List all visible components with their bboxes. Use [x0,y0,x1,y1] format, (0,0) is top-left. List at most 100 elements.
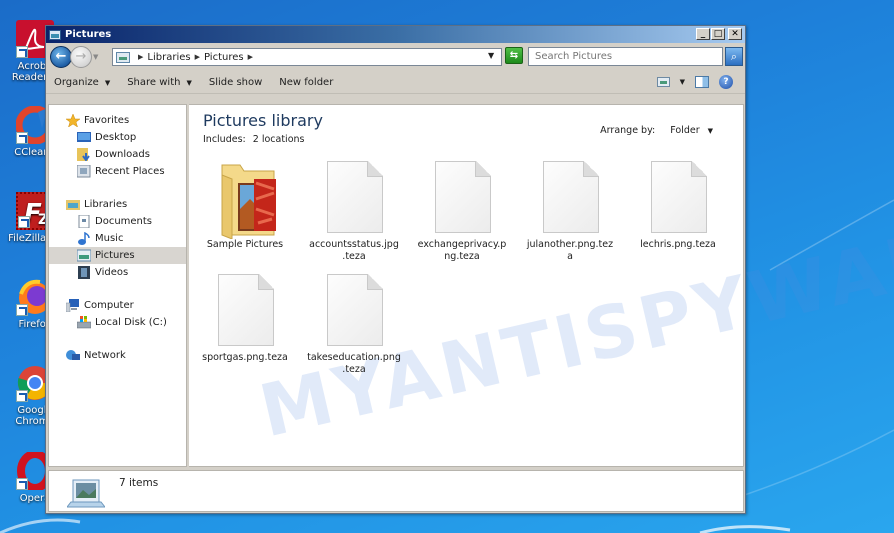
documents-icon [77,214,91,229]
nav-libraries[interactable]: Libraries [49,196,186,213]
shortcut-arrow-icon [18,216,30,228]
view-controls: ▼ ? [656,75,733,89]
pictures-icon [76,249,92,262]
file-name: a [567,251,573,262]
nav-favorites[interactable]: Favorites [49,112,186,129]
nav-computer[interactable]: Computer [49,297,186,314]
nav-label: Pictures [95,250,135,261]
file-icon [649,159,707,235]
nav-recent-places[interactable]: Recent Places [49,163,186,180]
arrange-by-value: Folder [670,125,700,136]
library-icon [116,51,130,63]
file-name: .teza [342,251,366,262]
nav-downloads[interactable]: Downloads [49,146,186,163]
nav-network[interactable]: Network [49,347,186,364]
file-view: Pictures library Includes: 2 locations A… [189,104,894,467]
nav-desktop[interactable]: Desktop [49,129,186,146]
view-options-dropdown-icon[interactable]: ▼ [680,78,685,86]
file-name: lechris.png.teza [640,239,716,250]
nav-music[interactable]: Music [49,230,186,247]
item-count: 7 items [119,477,159,489]
desktop-icon [77,131,91,144]
refresh-button[interactable]: ⇆ [505,47,523,64]
videos-icon [77,266,91,279]
address-bar-row: ← → ▼ ▶ Libraries ▶ Pictures ▶ ▼ ⇆ ⌕ [46,43,745,71]
share-with-label: Share with [127,76,181,88]
nav-local-disk[interactable]: Local Disk (C:) [49,314,186,331]
change-view-icon[interactable] [656,77,670,87]
nav-label: Local Disk (C:) [95,317,167,328]
nav-label: Libraries [84,199,128,210]
includes-locations-link[interactable]: 2 locations [253,134,305,145]
nav-label: Music [95,233,124,244]
computer-group: Computer Local Disk (C:) [49,297,186,331]
arrange-by-label: Arrange by: [600,125,656,136]
forward-button[interactable]: → [70,46,92,68]
breadcrumb-separator-icon[interactable]: ▶ [138,53,143,61]
shortcut-arrow-icon [16,132,28,144]
slide-show-button[interactable]: Slide show [209,77,262,88]
library-includes: Includes: 2 locations [203,134,304,145]
file-icon [541,159,599,235]
star-icon [65,113,81,128]
help-icon[interactable]: ? [719,75,733,89]
minimize-button[interactable]: _ [696,28,710,40]
recent-pages-dropdown[interactable]: ▼ [93,53,101,61]
file-item[interactable]: accountsstatus.jpg .teza [304,159,404,263]
preview-pane-icon[interactable] [695,76,709,88]
search-icon[interactable]: ⌕ [725,47,743,66]
address-box[interactable]: ▶ Libraries ▶ Pictures ▶ [112,48,502,66]
nav-label: Favorites [84,115,130,126]
maximize-button[interactable]: □ [711,28,725,40]
nav-label: Network [84,350,126,361]
window-title: Pictures [65,29,112,40]
computer-icon [65,299,80,313]
command-bar: Organize ▼ Share with ▼ Slide show New fol… [46,71,745,94]
breadcrumb-pictures[interactable]: Pictures [204,52,244,63]
arrange-by-dropdown[interactable]: Folder ▼ [670,125,713,136]
details-pane: 7 items [48,470,744,512]
breadcrumb-separator-icon[interactable]: ▶ [195,53,200,61]
back-button[interactable]: ← [50,46,72,68]
file-item[interactable]: sportgas.png.teza [195,272,295,364]
nav-label: Computer [84,300,134,311]
nav-label: Videos [95,267,129,278]
file-icon [433,159,491,235]
organize-label: Organize [54,76,99,88]
nav-documents[interactable]: Documents [49,213,186,230]
file-icon [325,159,383,235]
organize-button[interactable]: Organize ▼ [54,77,110,88]
title-bar[interactable]: Pictures _ □ ✕ [46,26,745,43]
library-title: Pictures library [203,111,323,130]
local-disk-icon [76,316,92,329]
chevron-down-icon: ▼ [707,127,713,135]
file-item[interactable]: exchangeprivacy.p ng.teza [412,159,512,263]
file-name: ng.teza [444,251,480,262]
share-with-button[interactable]: Share with ▼ [127,77,192,88]
file-item[interactable]: lechris.png.teza [628,159,728,251]
breadcrumb-separator-icon[interactable]: ▶ [248,53,253,61]
network-group: Network [49,347,186,364]
music-icon [77,231,91,245]
close-button[interactable]: ✕ [728,28,742,40]
nav-label: Downloads [95,149,150,160]
folder-item[interactable]: Sample Pictures [195,159,295,251]
file-name: .teza [342,364,366,375]
pictures-library-icon [49,29,61,40]
window-controls: _ □ ✕ [696,28,742,40]
nav-label: Desktop [95,132,137,143]
nav-videos[interactable]: Videos [49,264,186,281]
file-item[interactable]: julanother.png.tez a [520,159,620,263]
breadcrumb-libraries[interactable]: Libraries [147,52,190,63]
new-folder-button[interactable]: New folder [279,77,333,88]
navigation-pane: Favorites Desktop Downloads Recent Place… [48,104,187,467]
arrange-by: Arrange by: Folder ▼ [600,125,713,136]
address-dropdown-icon[interactable]: ▼ [488,51,494,60]
search-input[interactable] [528,47,723,66]
shortcut-arrow-icon [16,304,28,316]
includes-label: Includes: [203,134,246,145]
file-item[interactable]: takeseducation.png .teza [304,272,404,376]
nav-pictures[interactable]: Pictures [49,247,186,264]
file-name: julanother.png.tez [526,239,614,250]
chevron-down-icon: ▼ [104,78,111,87]
